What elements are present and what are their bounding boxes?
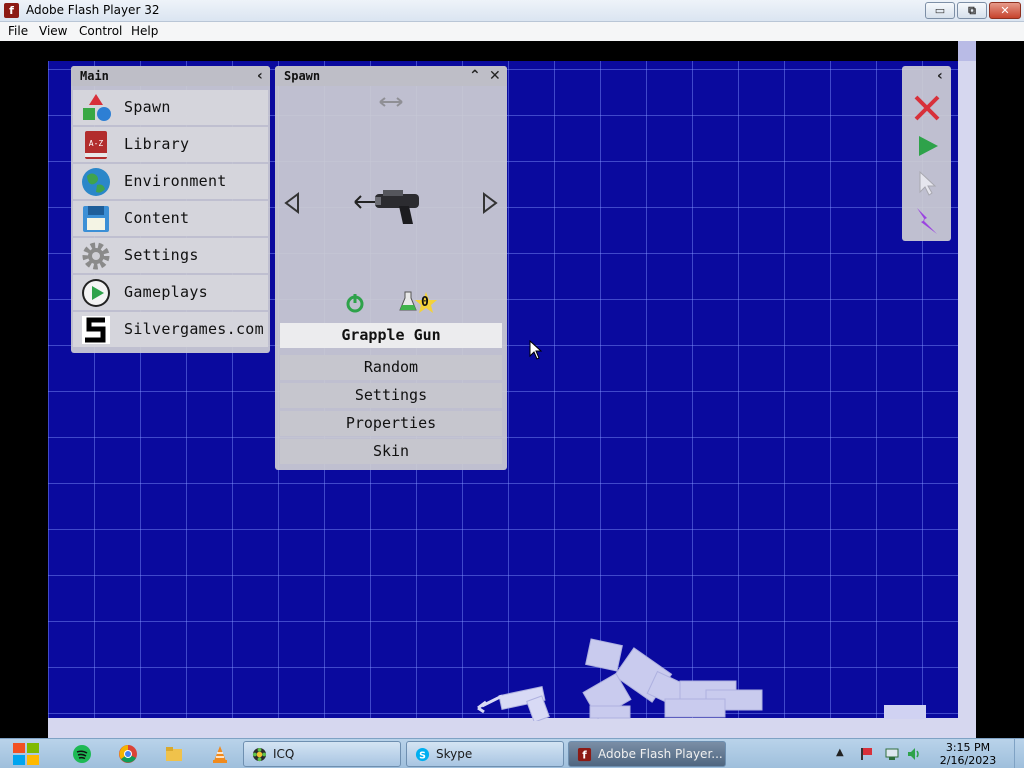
taskbar-task-skype[interactable]: S Skype — [406, 741, 564, 767]
close-window-button[interactable]: ✕ — [989, 2, 1021, 19]
collapse-main-panel-icon[interactable]: ‹ — [257, 67, 263, 85]
swap-arrows-icon[interactable] — [378, 96, 404, 108]
close-icon: ✕ — [1000, 4, 1010, 17]
main-item-gameplays[interactable]: Gameplays — [73, 275, 268, 310]
taskbar-task-label: ICQ — [273, 747, 295, 761]
svg-text:A-Z: A-Z — [89, 139, 104, 148]
menu-help[interactable]: Help — [131, 24, 158, 38]
tray-overflow-arrow-icon[interactable]: ▲ — [836, 747, 844, 758]
spawn-counter: 0 — [421, 295, 429, 310]
cursor-icon[interactable] — [917, 170, 939, 196]
collapse-tools-panel-icon[interactable]: ‹ — [937, 67, 943, 85]
main-item-label: Environment — [124, 172, 227, 190]
spotify-icon[interactable] — [72, 744, 92, 764]
minimize-button[interactable]: ▭ — [925, 2, 955, 19]
taskbar-task-label: Skype — [436, 747, 473, 761]
skype-icon: S — [415, 747, 430, 761]
gear-icon — [82, 242, 110, 270]
stage-floor — [48, 718, 976, 738]
main-item-label: Spawn — [124, 98, 171, 116]
main-item-content[interactable]: Content — [73, 201, 268, 236]
flash-icon: f — [577, 747, 592, 761]
selected-item-name[interactable]: Grapple Gun — [280, 323, 502, 348]
play-icon[interactable] — [916, 134, 940, 158]
spawn-panel-title: Spawn — [284, 69, 321, 83]
restore-icon: ⧉ — [968, 4, 976, 17]
floppy-disk-icon — [83, 206, 109, 232]
icq-icon — [252, 747, 267, 762]
main-item-label: Gameplays — [124, 283, 208, 301]
main-item-spawn[interactable]: Spawn — [73, 90, 268, 125]
svg-text:S: S — [419, 750, 426, 761]
file-explorer-icon[interactable] — [164, 744, 184, 764]
maximize-button[interactable]: ⧉ — [957, 2, 987, 19]
floor-block[interactable] — [884, 705, 926, 719]
tools-panel: ‹ — [902, 66, 951, 241]
system-clock[interactable]: 3:15 PM 2/16/2023 — [928, 741, 1008, 767]
volume-icon[interactable] — [907, 747, 921, 761]
window-title-bar[interactable]: f Adobe Flash Player 32 ▭ ⧉ ✕ — [0, 0, 1024, 22]
random-button[interactable]: Random — [280, 355, 502, 380]
start-button-icon[interactable] — [10, 740, 42, 768]
grapple-gun-preview-icon — [354, 190, 419, 224]
taskbar-task-icq[interactable]: ICQ — [243, 741, 401, 767]
svg-text:f: f — [582, 749, 587, 761]
taskbar: ICQ S Skype f Adobe Flash Player... ▲ 3:… — [0, 738, 1024, 768]
power-toggle-icon[interactable] — [345, 293, 365, 313]
ragdoll-props[interactable] — [470, 636, 770, 721]
globe-icon — [82, 168, 110, 196]
clock-time: 3:15 PM — [945, 741, 991, 754]
taskbar-task-flash-player[interactable]: f Adobe Flash Player... — [568, 741, 726, 767]
previous-item-arrow-icon[interactable] — [283, 192, 301, 214]
menu-file[interactable]: File — [8, 24, 28, 38]
stage-right-border — [958, 41, 976, 738]
collapse-spawn-panel-icon[interactable]: ⌃ — [469, 67, 481, 85]
minimize-icon: ▭ — [934, 4, 946, 17]
silvergames-logo-icon — [82, 316, 110, 344]
skin-button[interactable]: Skin — [280, 439, 502, 464]
properties-button[interactable]: Properties — [280, 411, 502, 436]
main-item-silvergames[interactable]: Silvergames.com — [73, 312, 268, 347]
shapes-icon — [83, 94, 111, 121]
lightning-icon[interactable] — [913, 206, 941, 236]
main-item-label: Settings — [124, 246, 199, 264]
main-item-settings[interactable]: Settings — [73, 238, 268, 273]
main-item-label: Silvergames.com — [124, 320, 264, 338]
chrome-icon[interactable] — [118, 744, 138, 764]
window-title: Adobe Flash Player 32 — [26, 3, 160, 17]
main-panel-header[interactable]: Main ‹ — [71, 66, 270, 86]
game-stage[interactable]: Main ‹ Spawn A-Z Library Environment Con… — [0, 41, 1024, 738]
flag-icon[interactable] — [859, 747, 873, 761]
main-panel: Main ‹ Spawn A-Z Library Environment Con… — [71, 66, 270, 353]
mouse-pointer-icon — [529, 340, 543, 360]
spawn-panel: Spawn ⌃ ✕ 0 Grapple Gun Random Settings … — [275, 66, 507, 470]
main-item-label: Content — [124, 209, 190, 227]
taskbar-task-label: Adobe Flash Player... — [598, 747, 723, 761]
flash-app-icon: f — [4, 3, 19, 18]
book-a-z-icon: A-Z — [85, 131, 107, 159]
next-item-arrow-icon[interactable] — [481, 192, 499, 214]
menu-control[interactable]: Control — [79, 24, 122, 38]
main-panel-title: Main — [80, 69, 109, 83]
menu-bar: File View Control Help — [0, 22, 1024, 41]
stage-right-border-top — [958, 41, 976, 61]
delete-x-icon[interactable] — [913, 94, 941, 122]
spawn-settings-button[interactable]: Settings — [280, 383, 502, 408]
menu-view[interactable]: View — [39, 24, 67, 38]
close-spawn-panel-icon[interactable]: ✕ — [489, 67, 501, 85]
main-item-label: Library — [124, 135, 190, 153]
network-icon[interactable] — [885, 747, 899, 761]
clock-date: 2/16/2023 — [939, 754, 997, 767]
main-item-environment[interactable]: Environment — [73, 164, 268, 199]
show-desktop-button[interactable] — [1014, 739, 1024, 768]
spawn-panel-header[interactable]: Spawn ⌃ ✕ — [275, 66, 507, 86]
play-circle-icon — [82, 279, 110, 307]
vlc-icon[interactable] — [210, 744, 230, 764]
main-item-library[interactable]: A-Z Library — [73, 127, 268, 162]
